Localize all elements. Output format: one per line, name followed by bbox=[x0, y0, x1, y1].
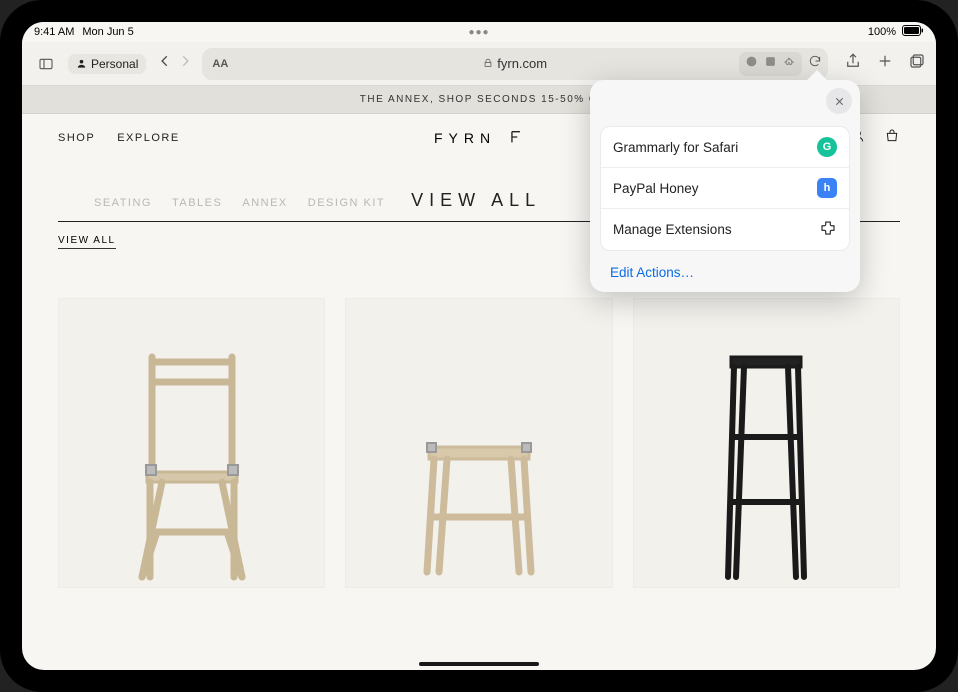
edit-actions-link[interactable]: Edit Actions… bbox=[590, 257, 860, 284]
extensions-popover: Grammarly for Safari G PayPal Honey h Ma… bbox=[590, 80, 860, 292]
logo-word: FYRN bbox=[434, 130, 496, 146]
cat-seating[interactable]: SEATING bbox=[94, 197, 152, 209]
screen: 9:41 AM Mon Jun 5 ●●● 100% bbox=[22, 22, 936, 670]
extension-item-grammarly[interactable]: Grammarly for Safari G bbox=[601, 127, 849, 168]
lock-icon bbox=[483, 56, 493, 71]
url-label: fyrn.com bbox=[497, 56, 547, 71]
manage-extensions-item[interactable]: Manage Extensions bbox=[601, 209, 849, 250]
popover-close-button[interactable] bbox=[826, 88, 852, 114]
extension-label: PayPal Honey bbox=[613, 181, 699, 196]
nav-shop[interactable]: SHOP bbox=[58, 132, 95, 144]
cat-tables[interactable]: TABLES bbox=[172, 197, 222, 209]
aa-button[interactable]: AA bbox=[212, 58, 228, 70]
battery-percent: 100% bbox=[868, 26, 896, 38]
forward-button bbox=[178, 54, 192, 73]
extension-label: Grammarly for Safari bbox=[613, 140, 738, 155]
product-card-stool[interactable] bbox=[345, 298, 612, 588]
grammarly-icon: G bbox=[817, 137, 837, 157]
status-bar: 9:41 AM Mon Jun 5 ●●● 100% bbox=[22, 22, 936, 42]
cat-designkit[interactable]: DESIGN KIT bbox=[308, 197, 385, 209]
refresh-button[interactable] bbox=[804, 54, 822, 73]
product-card-chair[interactable] bbox=[58, 298, 325, 588]
honey-icon: h bbox=[817, 178, 837, 198]
ipad-frame: 9:41 AM Mon Jun 5 ●●● 100% bbox=[0, 0, 958, 692]
puzzle-icon bbox=[819, 219, 837, 240]
manage-extensions-label: Manage Extensions bbox=[613, 222, 732, 237]
logo-mark bbox=[508, 129, 524, 148]
promo-text: THE ANNEX, SHOP SECONDS 15-50% O bbox=[360, 94, 598, 105]
site-logo[interactable]: FYRN bbox=[434, 129, 524, 148]
share-button[interactable] bbox=[844, 52, 862, 75]
home-indicator[interactable] bbox=[419, 662, 539, 666]
nav-explore[interactable]: EXPLORE bbox=[117, 132, 179, 144]
product-grid bbox=[22, 248, 936, 588]
profile-chip[interactable]: Personal bbox=[68, 54, 146, 74]
status-time: 9:41 AM bbox=[34, 26, 74, 38]
back-button[interactable] bbox=[158, 54, 172, 73]
popover-list: Grammarly for Safari G PayPal Honey h Ma… bbox=[600, 126, 850, 251]
sidebar-toggle-button[interactable] bbox=[32, 50, 60, 78]
grammarly-pill-icon bbox=[745, 55, 758, 73]
product-card-barstool[interactable] bbox=[633, 298, 900, 588]
view-all-heading: VIEW ALL bbox=[411, 190, 541, 211]
extensions-pill[interactable] bbox=[739, 52, 802, 76]
extension-item-honey[interactable]: PayPal Honey h bbox=[601, 168, 849, 209]
profile-label: Personal bbox=[91, 57, 138, 71]
multitask-dots-icon[interactable]: ●●● bbox=[468, 27, 489, 38]
address-bar[interactable]: AA fyrn.com bbox=[202, 48, 828, 80]
battery-icon bbox=[902, 25, 924, 39]
cart-icon[interactable] bbox=[884, 128, 900, 149]
puzzle-pill-icon bbox=[783, 55, 796, 73]
cat-annex[interactable]: ANNEX bbox=[242, 197, 287, 209]
tabs-button[interactable] bbox=[908, 52, 926, 75]
status-date: Mon Jun 5 bbox=[82, 26, 133, 38]
new-tab-button[interactable] bbox=[876, 52, 894, 75]
honey-pill-icon bbox=[764, 55, 777, 73]
view-all-link[interactable]: VIEW ALL bbox=[58, 235, 116, 249]
